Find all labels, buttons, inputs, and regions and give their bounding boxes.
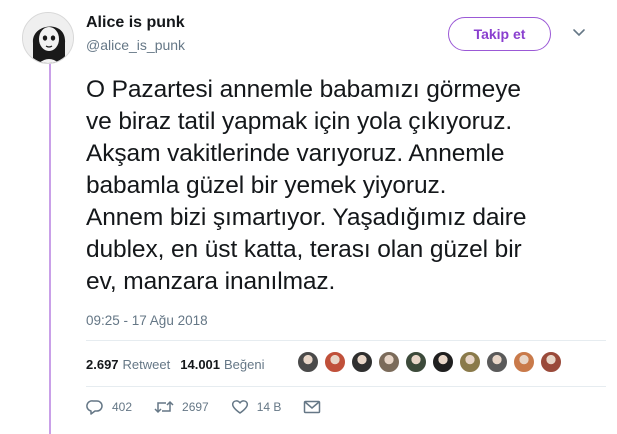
tweet-text-line: Akşam vakitlerinde varıyoruz. Annemle (86, 140, 505, 167)
reply-icon (86, 400, 103, 415)
like-label[interactable]: Beğeni (224, 357, 264, 372)
retweet-action-count: 2697 (182, 400, 209, 414)
tweet-text-line: ev, manzara inanılmaz. (86, 268, 336, 295)
follow-button[interactable]: Takip et (448, 17, 551, 51)
display-name[interactable]: Alice is punk (86, 14, 185, 32)
tweet-text: O Pazartesi annemle babamızı görmeye ve … (86, 74, 606, 298)
like-button[interactable]: 14 B (231, 399, 282, 415)
retweet-button[interactable]: 2697 (154, 399, 209, 415)
liker-avatar[interactable] (432, 351, 454, 373)
likers-avatars (297, 351, 567, 373)
liker-avatar[interactable] (540, 351, 562, 373)
avatar[interactable] (22, 12, 74, 64)
liker-avatar[interactable] (324, 351, 346, 373)
avatar-illustration-icon (23, 13, 73, 63)
direct-message-button[interactable] (303, 400, 329, 414)
tweet-text-line: dublex, en üst katta, terası olan güzel … (86, 236, 522, 263)
chevron-down-icon[interactable] (572, 28, 586, 38)
tweet-timestamp[interactable]: 09:25 - 17 Ağu 2018 (86, 313, 208, 328)
like-count[interactable]: 14.001 (180, 357, 220, 372)
tweet-text-line: ve biraz tatil yapmak için yola çıkıyoru… (86, 108, 513, 135)
engagement-stats: 2.697 Retweet 14.001 Beğeni (86, 349, 275, 379)
divider (86, 340, 606, 341)
reply-button[interactable]: 402 (86, 399, 132, 415)
tweet-text-line: O Pazartesi annemle babamızı görmeye (86, 76, 521, 103)
liker-avatar[interactable] (405, 351, 427, 373)
liker-avatar[interactable] (513, 351, 535, 373)
thread-line (49, 62, 51, 434)
user-handle[interactable]: @alice_is_punk (86, 37, 185, 53)
liker-avatar[interactable] (297, 351, 319, 373)
heart-icon (231, 400, 248, 414)
liker-avatar[interactable] (378, 351, 400, 373)
liker-avatar[interactable] (351, 351, 373, 373)
tweet-text-line: Annem bizi şımartıyor. Yaşadığımız daire (86, 204, 527, 231)
tweet-text-line: babamla güzel bir yemek yiyoruz. (86, 172, 447, 199)
retweet-label[interactable]: Retweet (123, 357, 171, 372)
tweet-actions: 402 2697 14 B (86, 399, 351, 415)
liker-avatar[interactable] (459, 351, 481, 373)
envelope-icon (304, 400, 321, 414)
retweet-icon (154, 400, 174, 414)
reply-count: 402 (112, 400, 133, 414)
liker-avatar[interactable] (486, 351, 508, 373)
like-action-count: 14 B (256, 400, 282, 414)
divider (86, 386, 606, 387)
retweet-count[interactable]: 2.697 (86, 357, 119, 372)
